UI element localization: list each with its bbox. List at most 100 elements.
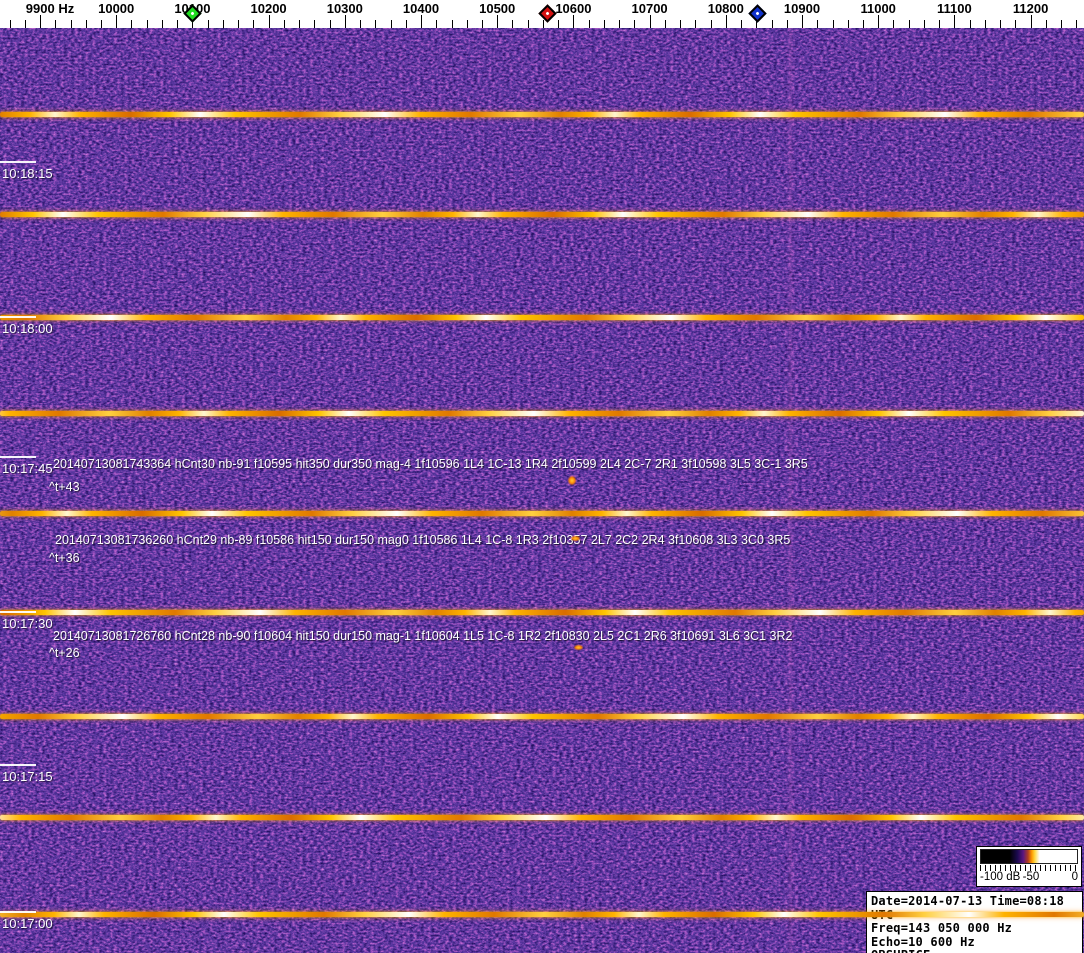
axis-label: 10200	[250, 1, 287, 16]
info-date-time: Date=2014-07-13 Time=08:18 UTC	[871, 894, 1065, 921]
axis-label: 10300	[326, 1, 363, 16]
axis-tick	[817, 20, 819, 28]
axis-tick	[451, 20, 453, 28]
colorbar-labels: -100 dB -50 0	[980, 871, 1078, 885]
info-frequency: Freq=143 050 000 Hz	[871, 921, 1013, 935]
detection-annotation: 20140713081726760 hCnt28 nb-90 f10604 hi…	[53, 629, 793, 643]
sweep-line	[0, 212, 1084, 217]
time-tick	[0, 764, 36, 766]
frequency-axis: 9900 Hz100001010010200103001040010500106…	[0, 0, 1084, 28]
axis-label: 10500	[479, 1, 516, 16]
axis-tick	[390, 20, 392, 28]
axis-tick	[375, 20, 377, 28]
info-station-name: OBSUPICE	[871, 948, 1080, 953]
axis-tick	[741, 20, 742, 28]
axis-tick	[664, 20, 666, 28]
sweep-line	[0, 112, 1084, 117]
axis-label: 10700	[631, 1, 668, 16]
info-echo-frequency: Echo=10 600 Hz	[871, 934, 975, 949]
axis-tick	[482, 20, 483, 28]
colorbar-gradient	[980, 849, 1078, 864]
axis-tick	[527, 20, 529, 28]
detection-annotation: 20140713081736260 hCnt29 nb-89 f10586 hi…	[55, 533, 791, 547]
axis-tick	[619, 20, 621, 28]
axis-tick	[786, 20, 788, 28]
red-frequency-marker-icon[interactable]	[538, 4, 557, 23]
detection-annotation: 20140713081743364 hCnt30 nb-91 f10595 hi…	[53, 457, 808, 471]
colorbar: -100 dB -50 0	[976, 846, 1082, 887]
axis-tick	[588, 20, 590, 28]
time-tick	[0, 456, 36, 458]
axis-tick	[253, 20, 255, 28]
axis-tick	[268, 15, 270, 28]
axis-tick	[984, 20, 986, 28]
axis-tick	[603, 20, 605, 28]
axis-tick	[116, 15, 118, 28]
axis-tick	[436, 20, 438, 28]
axis-tick	[131, 20, 133, 28]
time-label: 10:18:00	[2, 321, 53, 336]
axis-tick	[878, 15, 880, 28]
colorbar-label-max: 0	[1071, 871, 1078, 883]
marker-center-dot	[545, 10, 550, 15]
time-tick	[0, 611, 36, 613]
axis-tick	[558, 20, 560, 28]
event-time-marker: ^t+43	[49, 480, 80, 494]
axis-tick	[40, 15, 41, 28]
axis-label: 9900 Hz	[25, 1, 75, 16]
sweep-line	[0, 610, 1084, 615]
meteor-echo-blob	[568, 476, 576, 485]
sweep-line	[0, 714, 1084, 719]
spectrogram-area: -100 dB -50 0 Date=2014-07-13 Time=08:18…	[0, 28, 1084, 953]
time-label: 10:17:15	[2, 769, 53, 784]
axis-tick	[1000, 20, 1002, 28]
axis-tick	[893, 20, 895, 28]
axis-label: 11200	[1012, 1, 1049, 16]
axis-tick	[497, 15, 499, 28]
axis-tick	[421, 15, 422, 28]
axis-tick	[161, 20, 163, 28]
time-label: 10:18:15	[2, 166, 53, 181]
observation-info-box: Date=2014-07-13 Time=08:18 UTC Freq=143 …	[866, 891, 1083, 953]
axis-tick	[695, 20, 697, 28]
blue-frequency-marker-icon[interactable]	[748, 4, 767, 23]
axis-label: 10900	[783, 1, 821, 16]
time-label: 10:17:30	[2, 616, 53, 631]
event-time-marker: ^t+36	[49, 551, 80, 565]
axis-tick	[847, 20, 849, 28]
axis-tick	[1015, 20, 1017, 28]
axis-tick	[299, 20, 301, 28]
axis-tick	[329, 20, 331, 28]
axis-tick	[405, 20, 407, 28]
axis-tick	[466, 20, 468, 28]
axis-tick	[360, 20, 361, 28]
spectrogram-app-window: 9900 Hz100001010010200103001040010500106…	[0, 0, 1084, 953]
axis-tick	[832, 20, 834, 28]
axis-tick	[85, 20, 87, 28]
axis-tick	[802, 15, 803, 28]
axis-tick	[283, 20, 285, 28]
axis-tick	[954, 15, 956, 28]
time-tick	[0, 316, 36, 318]
axis-tick	[24, 20, 26, 28]
axis-tick	[771, 20, 773, 28]
time-label: 10:17:45	[2, 461, 53, 476]
axis-label: 10600	[555, 1, 592, 16]
axis-tick	[1076, 20, 1078, 28]
colorbar-label-mid: -50	[1022, 871, 1040, 883]
meteor-echo-blob	[571, 536, 580, 541]
sweep-line	[0, 815, 1084, 820]
axis-tick	[177, 20, 179, 28]
sweep-line	[0, 315, 1084, 320]
axis-tick	[1045, 20, 1047, 28]
axis-tick	[923, 20, 925, 28]
sweep-line	[0, 511, 1084, 516]
axis-tick	[101, 20, 102, 28]
axis-tick	[314, 20, 316, 28]
axis-tick	[725, 15, 727, 28]
axis-tick	[649, 15, 651, 28]
axis-tick	[680, 20, 682, 28]
axis-tick	[939, 20, 941, 28]
axis-tick	[634, 20, 636, 28]
time-tick	[0, 161, 36, 163]
